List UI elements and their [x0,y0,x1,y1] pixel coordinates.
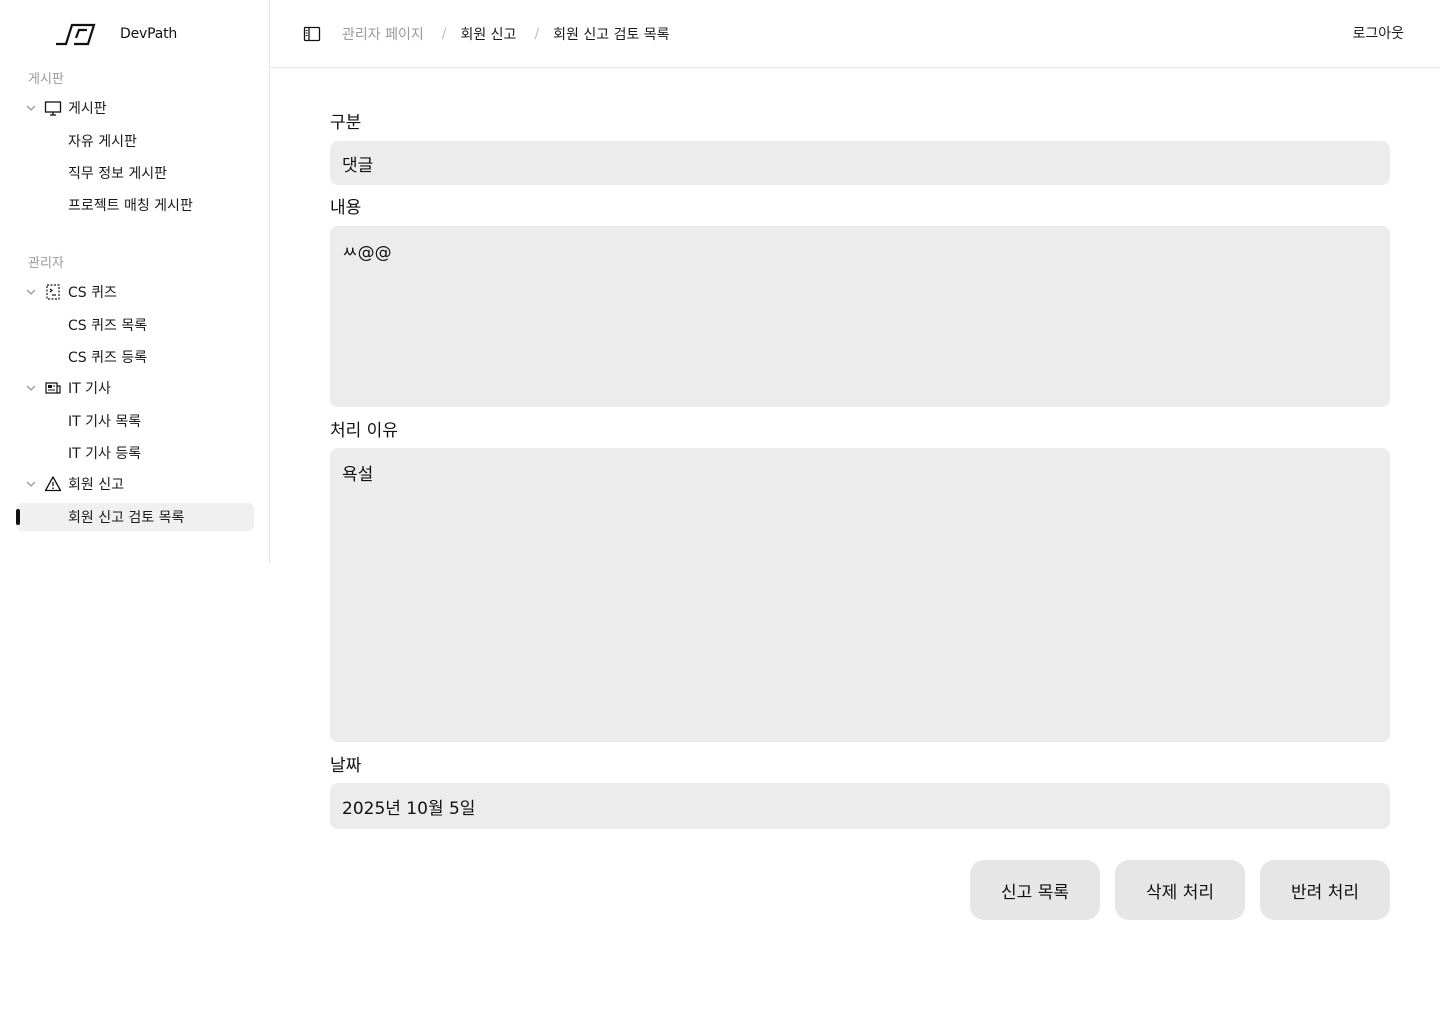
sidebar-group-label: CS 퀴즈 [68,285,117,301]
chevron-down-icon [26,481,36,487]
type-label: 구분 [330,113,362,133]
breadcrumb-admin-page[interactable]: 관리자 페이지 [342,24,424,44]
sidebar-group-cs-quiz[interactable]: CS 퀴즈 [24,280,254,304]
sidebar-item-report-review-list[interactable]: 회원 신고 검토 목록 [16,503,254,531]
delete-button[interactable]: 삭제 처리 [1115,860,1245,920]
chevron-down-icon [26,289,36,295]
sidebar-section-admin: 관리자 [28,256,64,271]
reason-field[interactable]: 욕설 [330,448,1390,742]
sidebar-group-label: 게시판 [68,101,107,117]
warning-icon [44,476,62,492]
sidebar-group-board[interactable]: 게시판 [24,96,254,120]
breadcrumb: 관리자 페이지 / 회원 신고 / 회원 신고 검토 목록 [342,23,670,45]
brand-name: DevPath [120,26,178,42]
breadcrumb-current-page: 회원 신고 검토 목록 [553,27,670,43]
breadcrumb-member-report[interactable]: 회원 신고 [460,24,516,44]
reason-label: 처리 이유 [330,421,398,441]
quiz-icon [46,284,60,300]
brand[interactable]: DevPath [54,20,177,48]
sidebar-item-it-news-register[interactable]: IT 기사 등록 [16,439,254,467]
sidebar-group-it-news[interactable]: IT 기사 [24,376,254,400]
sidebar-group-label: 회원 신고 [68,477,124,493]
report-list-button[interactable]: 신고 목록 [970,860,1100,920]
breadcrumb-separator: / [534,26,540,42]
sidebar-item-free-board[interactable]: 자유 게시판 [16,127,254,155]
content-field[interactable]: ㅆ@@ [330,226,1390,407]
type-field[interactable]: 댓글 [330,141,1390,185]
chevron-down-icon [26,385,36,391]
sidebar: DevPath 게시판 게시판 자유 게시판 직무 정보 게시판 프로젝트 매칭… [0,0,270,563]
sidebar-item-it-news-list[interactable]: IT 기사 목록 [16,407,254,435]
chevron-down-icon [26,105,36,111]
topbar: 관리자 페이지 / 회원 신고 / 회원 신고 검토 목록 로그아웃 [270,0,1440,68]
logout-link[interactable]: 로그아웃 [1352,23,1404,43]
sidebar-group-label: IT 기사 [68,381,111,397]
date-label: 날짜 [330,756,362,776]
sidebar-section-board: 게시판 [28,72,64,87]
reject-button[interactable]: 반려 처리 [1260,860,1390,920]
sidebar-group-member-report[interactable]: 회원 신고 [24,472,254,496]
breadcrumb-separator: / [441,26,447,42]
sidebar-item-project-board[interactable]: 프로젝트 매칭 게시판 [16,191,254,219]
content-label: 내용 [330,198,362,218]
sidebar-item-job-board[interactable]: 직무 정보 게시판 [16,159,254,187]
sidebar-item-cs-quiz-list[interactable]: CS 퀴즈 목록 [16,311,254,339]
sidebar-item-cs-quiz-register[interactable]: CS 퀴즈 등록 [16,343,254,371]
newspaper-icon [45,382,61,394]
sidebar-item-label: 회원 신고 검토 목록 [68,510,185,526]
monitor-icon [44,101,62,116]
active-indicator [16,509,20,525]
sidebar-toggle-icon[interactable] [302,24,322,44]
devpath-logo-icon [56,23,96,46]
date-field[interactable]: 2025년 10월 5일 [330,783,1390,829]
